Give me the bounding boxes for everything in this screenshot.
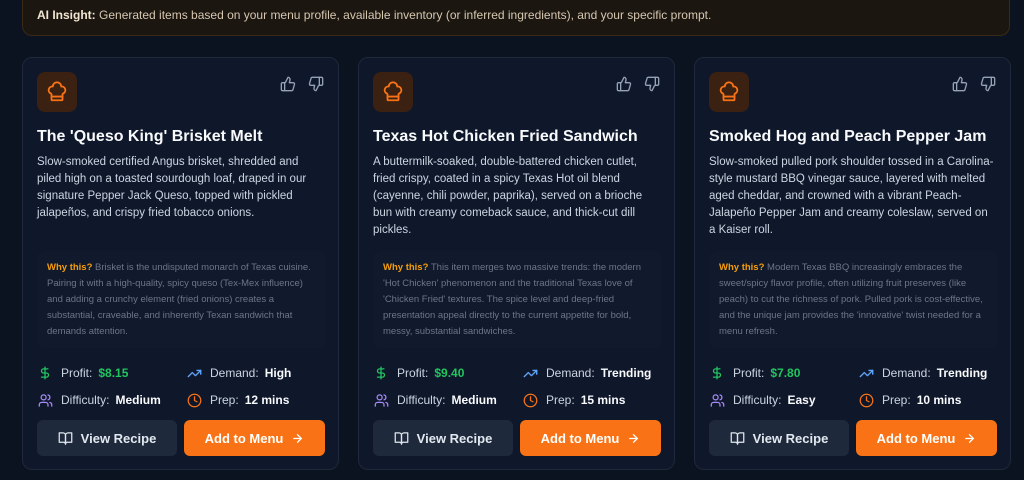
add-to-menu-label: Add to Menu: [876, 430, 956, 446]
demand-value: Trending: [600, 366, 652, 380]
profit-value: $8.15: [98, 366, 129, 380]
thumbs-up-icon[interactable]: [952, 76, 968, 92]
difficulty-value: Medium: [115, 393, 161, 407]
users-icon: [709, 392, 725, 408]
chef-hat-icon: [373, 72, 413, 112]
clock-icon: [522, 392, 538, 408]
why-this-label: Why this?: [383, 262, 429, 273]
view-recipe-label: View Recipe: [80, 430, 157, 446]
menu-item-title: The 'Queso King' Brisket Melt: [37, 128, 263, 145]
prep-stat: Prep: 15 mins: [522, 392, 625, 408]
menu-item-card: Smoked Hog and Peach Pepper Jam Slow-smo…: [694, 57, 1011, 470]
menu-item-description: Slow-smoked pulled pork shoulder tossed …: [709, 156, 994, 236]
why-this-label: Why this?: [719, 262, 765, 273]
difficulty-stat: Difficulty: Medium: [373, 392, 497, 408]
book-open-icon: [730, 431, 745, 445]
chef-hat-icon: [709, 72, 749, 112]
difficulty-label: Difficulty:: [61, 393, 110, 407]
add-to-menu-button[interactable]: Add to Menu: [520, 420, 661, 456]
demand-stat: Demand: Trending: [522, 365, 651, 381]
demand-label: Demand:: [546, 366, 595, 380]
view-recipe-button[interactable]: View Recipe: [37, 420, 177, 456]
users-icon: [373, 392, 389, 408]
why-this-text: Brisket is the undisputed monarch of Tex…: [47, 262, 311, 337]
prep-label: Prep:: [210, 393, 239, 407]
thumbs-down-icon[interactable]: [308, 76, 324, 92]
demand-label: Demand:: [882, 366, 931, 380]
dollar-icon: [37, 365, 53, 381]
arrow-right-icon: [965, 433, 975, 443]
arrow-right-icon: [293, 433, 303, 443]
ai-insight-banner: AI Insight: Generated items based on you…: [22, 0, 1010, 36]
clock-icon: [186, 392, 202, 408]
why-this-text: This item merges two massive trends: the…: [383, 262, 641, 337]
difficulty-value: Easy: [787, 393, 816, 407]
thumbs-down-icon[interactable]: [644, 76, 660, 92]
prep-label: Prep:: [546, 393, 575, 407]
ai-insight-label: AI Insight:: [37, 8, 96, 22]
clock-icon: [858, 392, 874, 408]
menu-item-card: The 'Queso King' Brisket Melt Slow-smoke…: [22, 57, 339, 470]
trending-up-icon: [186, 365, 202, 381]
menu-item-description: Slow-smoked certified Angus brisket, shr…: [37, 156, 307, 219]
view-recipe-label: View Recipe: [416, 430, 493, 446]
prep-value: 10 mins: [916, 393, 962, 407]
why-this-box: Why this? Modern Texas BBQ increasingly …: [709, 251, 998, 348]
arrow-right-icon: [629, 433, 639, 443]
profit-value: $7.80: [770, 366, 801, 380]
profit-value: $9.40: [434, 366, 465, 380]
profit-label: Profit:: [61, 366, 93, 380]
menu-item-description: A buttermilk-soaked, double-battered chi…: [373, 156, 643, 236]
difficulty-label: Difficulty:: [733, 393, 782, 407]
prep-stat: Prep: 10 mins: [858, 392, 961, 408]
prep-value: 12 mins: [244, 393, 290, 407]
prep-stat: Prep: 12 mins: [186, 392, 289, 408]
profit-label: Profit:: [733, 366, 765, 380]
trending-up-icon: [858, 365, 874, 381]
demand-value: Trending: [936, 366, 988, 380]
profit-stat: Profit: $9.40: [373, 365, 464, 381]
menu-item-cards: The 'Queso King' Brisket Melt Slow-smoke…: [22, 57, 1011, 477]
demand-stat: Demand: Trending: [858, 365, 987, 381]
ai-insight-text: Generated items based on your menu profi…: [95, 8, 712, 22]
why-this-box: Why this? This item merges two massive t…: [373, 251, 662, 348]
view-recipe-button[interactable]: View Recipe: [709, 420, 849, 456]
users-icon: [37, 392, 53, 408]
dollar-icon: [373, 365, 389, 381]
profit-label: Profit:: [397, 366, 429, 380]
add-to-menu-label: Add to Menu: [204, 430, 284, 446]
demand-label: Demand:: [210, 366, 259, 380]
demand-stat: Demand: High: [186, 365, 291, 381]
menu-item-card: Texas Hot Chicken Fried Sandwich A butte…: [358, 57, 675, 470]
why-this-text: Modern Texas BBQ increasingly embraces t…: [719, 262, 983, 337]
thumbs-up-icon[interactable]: [280, 76, 296, 92]
difficulty-label: Difficulty:: [397, 393, 446, 407]
difficulty-value: Medium: [451, 393, 497, 407]
thumbs-up-icon[interactable]: [616, 76, 632, 92]
view-recipe-label: View Recipe: [752, 430, 829, 446]
why-this-box: Why this? Brisket is the undisputed mona…: [37, 251, 326, 348]
prep-value: 15 mins: [580, 393, 626, 407]
book-open-icon: [58, 431, 73, 445]
add-to-menu-button[interactable]: Add to Menu: [184, 420, 325, 456]
chef-hat-icon: [37, 72, 77, 112]
menu-item-title: Texas Hot Chicken Fried Sandwich: [373, 128, 638, 145]
menu-item-title: Smoked Hog and Peach Pepper Jam: [709, 128, 987, 145]
add-to-menu-button[interactable]: Add to Menu: [856, 420, 997, 456]
add-to-menu-label: Add to Menu: [540, 430, 620, 446]
prep-label: Prep:: [882, 393, 911, 407]
difficulty-stat: Difficulty: Medium: [37, 392, 161, 408]
book-open-icon: [394, 431, 409, 445]
view-recipe-button[interactable]: View Recipe: [373, 420, 513, 456]
difficulty-stat: Difficulty: Easy: [709, 392, 816, 408]
thumbs-down-icon[interactable]: [980, 76, 996, 92]
why-this-label: Why this?: [47, 262, 93, 273]
demand-value: High: [264, 366, 292, 380]
trending-up-icon: [522, 365, 538, 381]
dollar-icon: [709, 365, 725, 381]
profit-stat: Profit: $7.80: [709, 365, 800, 381]
profit-stat: Profit: $8.15: [37, 365, 128, 381]
